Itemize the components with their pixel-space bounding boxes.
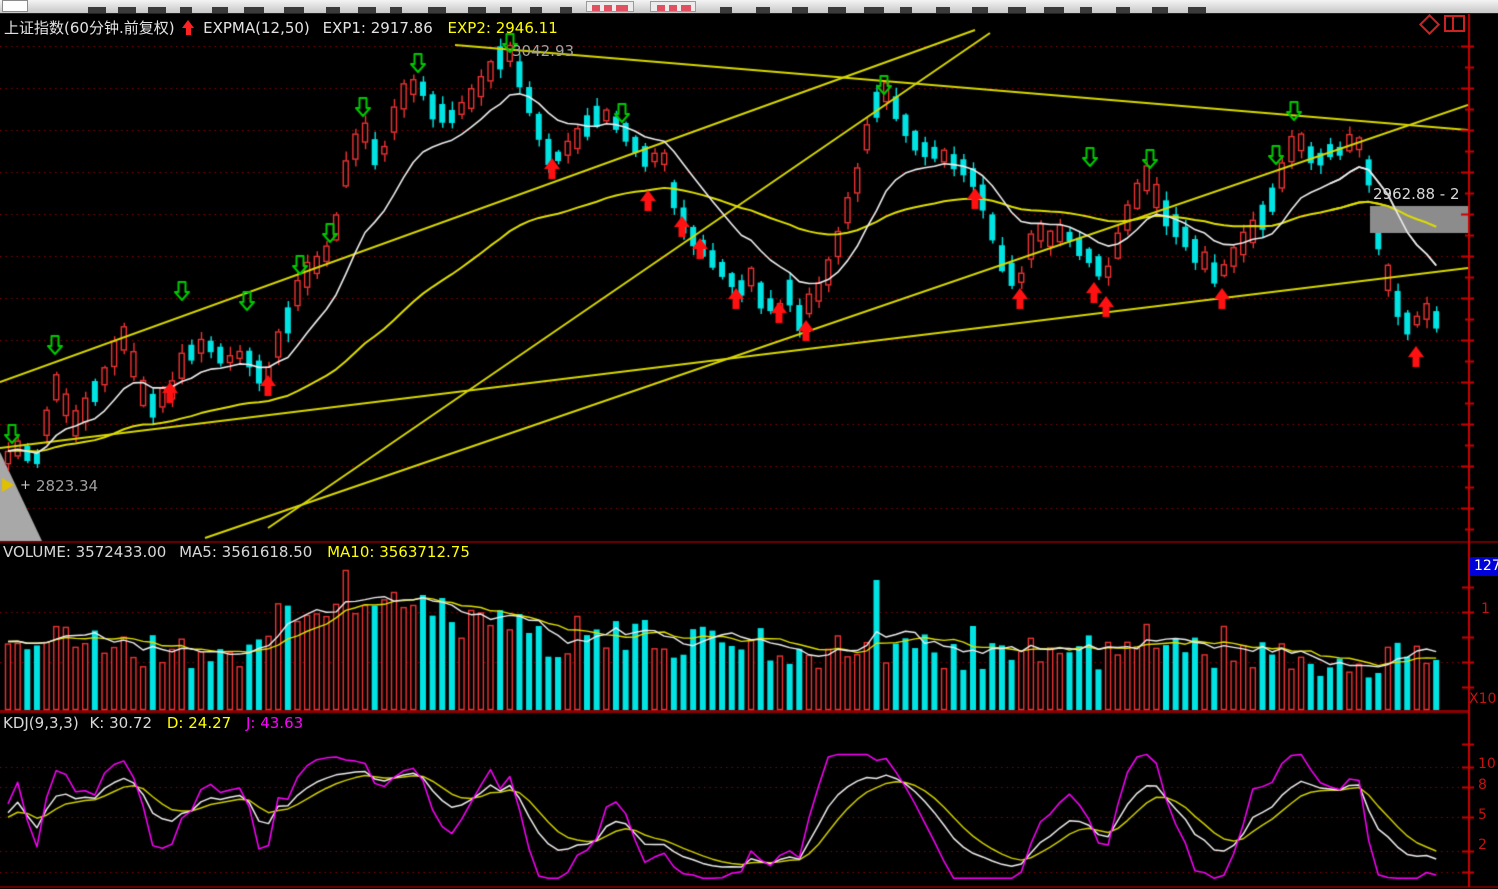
volume-header: VOLUME: 3572433.00 MA5: 3561618.50 MA10:… xyxy=(3,543,470,561)
menubar-button[interactable] xyxy=(2,0,28,12)
range-box-label: 2962.88 - 2 xyxy=(1373,185,1460,203)
menubar-item-fragment xyxy=(326,7,340,13)
kdj-axis-label: 10 xyxy=(1478,756,1496,772)
menubar-item-fragment xyxy=(756,7,770,13)
volume-ma5: MA5: 3561618.50 xyxy=(179,543,312,561)
trading-app-window: { "header": { "title": "上证指数(60分钟.前复权)",… xyxy=(0,0,1498,889)
volume-ma10: MA10: 3563712.75 xyxy=(327,543,470,561)
peak-price-label: 3042.93 xyxy=(512,42,574,60)
volume-scale-top: 127 xyxy=(1470,557,1498,576)
main-chart-header: 上证指数(60分钟.前复权) EXPMA(12,50) EXP1: 2917.8… xyxy=(4,17,558,38)
menubar-item-fragment xyxy=(560,7,572,13)
menubar-item-fragment xyxy=(468,7,486,13)
menubar-item-fragment xyxy=(1116,7,1130,13)
menubar-item-fragment xyxy=(1080,7,1092,13)
split-window-icon[interactable] xyxy=(1444,15,1465,32)
menubar-item-fragment xyxy=(792,7,808,13)
menubar-item-fragment xyxy=(148,7,166,13)
menubar-item-fragment xyxy=(244,7,264,13)
menubar[interactable] xyxy=(0,0,1498,14)
exp1-value: EXP1: 2917.86 xyxy=(323,19,433,37)
menubar-item-fragment xyxy=(900,7,912,13)
menubar-item-fragment xyxy=(428,7,446,13)
menubar-item-fragment xyxy=(88,7,106,13)
menubar-item-fragment xyxy=(1044,7,1064,13)
menubar-item-fragment xyxy=(1152,7,1168,13)
volume-scale-mid: 1 xyxy=(1481,601,1490,617)
menubar-item-fragment xyxy=(500,7,512,13)
kdj-header: KDJ(9,3,3) K: 30.72 D: 24.27 J: 43.63 xyxy=(3,714,303,732)
kdj-axis-label: 8 xyxy=(1478,777,1487,793)
menubar-item-fragment xyxy=(972,7,988,13)
menubar-item-fragment xyxy=(864,7,884,13)
kdj-name: KDJ(9,3,3) xyxy=(3,714,79,732)
volume-scale-unit: X10 xyxy=(1469,691,1496,707)
kdj-d-value: D: 24.27 xyxy=(167,714,231,732)
kdj-axis-label: 2 xyxy=(1478,837,1487,853)
low-price-label: 2823.34 xyxy=(36,477,98,495)
exp2-value: EXP2: 2946.11 xyxy=(448,19,558,37)
menubar-item-fragment xyxy=(118,7,136,13)
menubar-item-fragment xyxy=(390,7,402,13)
menubar-item-fragment xyxy=(180,7,192,13)
kdj-k-value: K: 30.72 xyxy=(89,714,152,732)
volume-value: VOLUME: 3572433.00 xyxy=(3,543,166,561)
menubar-item-fragment xyxy=(720,7,732,13)
menubar-highlighted-item[interactable] xyxy=(650,1,696,12)
menubar-highlighted-item[interactable] xyxy=(586,1,634,12)
kdj-j-value: J: 43.63 xyxy=(246,714,303,732)
menubar-item-fragment xyxy=(530,7,542,13)
chart-canvas[interactable] xyxy=(0,0,1498,889)
menubar-item-fragment xyxy=(358,7,376,13)
red-up-arrow-icon xyxy=(182,20,195,35)
menubar-item-fragment xyxy=(212,7,228,13)
kdj-axis-label: 5 xyxy=(1478,807,1487,823)
menubar-item-fragment xyxy=(936,7,950,13)
menubar-item-fragment xyxy=(284,7,304,13)
menubar-item-fragment xyxy=(1008,7,1026,13)
menubar-item-fragment xyxy=(1188,7,1206,13)
indicator-name: EXPMA(12,50) xyxy=(203,19,310,37)
menubar-item-fragment xyxy=(828,7,846,13)
anchor-cross: + xyxy=(20,478,31,493)
symbol-title: 上证指数(60分钟.前复权) xyxy=(4,19,175,37)
